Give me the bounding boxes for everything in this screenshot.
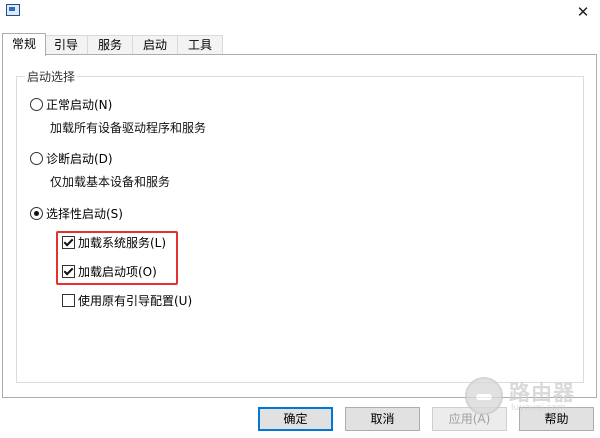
radio-diagnostic-startup[interactable]: 诊断启动(D) [30, 150, 150, 168]
checkbox-load-system-services[interactable]: 加载系统服务(L) [62, 234, 172, 252]
checkbox-original-boot-config[interactable] [62, 294, 75, 307]
diagnostic-startup-description: 仅加载基本设备和服务 [50, 175, 171, 189]
watermark: 路由器 luyouqi.com [465, 375, 595, 421]
tab-general[interactable]: 常规 [2, 33, 46, 56]
msconfig-icon [6, 4, 20, 16]
diagnostic-startup-label: 诊断启动(D) [46, 152, 113, 166]
load-startup-items-label: 加载启动项(O) [78, 265, 157, 279]
close-button[interactable]: ✕ [572, 2, 594, 22]
radio-button-selective[interactable] [30, 207, 43, 220]
checkbox-startup-items[interactable] [62, 265, 75, 278]
router-logo-icon [465, 377, 503, 415]
radio-button-normal[interactable] [30, 98, 43, 111]
load-system-services-label: 加载系统服务(L) [78, 236, 167, 250]
selective-startup-label: 选择性启动(S) [46, 207, 123, 221]
tab-services[interactable]: 服务 [87, 35, 133, 55]
tab-startup[interactable]: 启动 [132, 35, 178, 55]
checkbox-use-original-boot-config[interactable]: 使用原有引导配置(U) [62, 292, 192, 310]
radio-normal-startup[interactable]: 正常启动(N) [30, 96, 150, 114]
checkbox-system-services[interactable] [62, 236, 75, 249]
normal-startup-label: 正常启动(N) [46, 98, 113, 112]
radio-selective-startup[interactable]: 选择性启动(S) [30, 205, 160, 223]
cancel-button[interactable]: 取消 [345, 407, 420, 431]
checkbox-load-startup-items[interactable]: 加载启动项(O) [62, 263, 172, 281]
tab-tools[interactable]: 工具 [177, 35, 223, 55]
startup-selection-legend: 启动选择 [25, 68, 78, 85]
watermark-subtitle: luyouqi.com [511, 403, 567, 413]
ok-button[interactable]: 确定 [258, 407, 333, 431]
tab-strip: 常规 引导 服务 启动 工具 [0, 33, 600, 56]
use-original-boot-config-label: 使用原有引导配置(U) [78, 294, 193, 308]
tab-boot[interactable]: 引导 [44, 35, 88, 55]
normal-startup-description: 加载所有设备驱动程序和服务 [50, 121, 207, 135]
title-bar: ✕ [0, 0, 600, 28]
radio-button-diagnostic[interactable] [30, 152, 43, 165]
